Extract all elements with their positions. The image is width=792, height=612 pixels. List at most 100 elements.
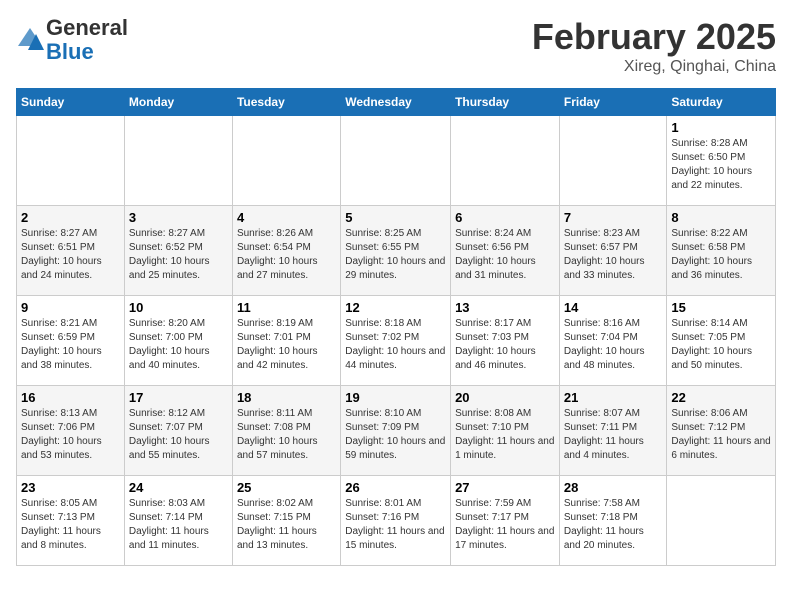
day-info: Sunrise: 8:19 AM Sunset: 7:01 PM Dayligh… bbox=[237, 317, 336, 373]
day-info: Sunrise: 8:28 AM Sunset: 6:50 PM Dayligh… bbox=[671, 137, 771, 193]
day-info: Sunrise: 8:08 AM Sunset: 7:10 PM Dayligh… bbox=[455, 407, 555, 463]
day-number: 6 bbox=[455, 210, 555, 225]
calendar-week-3: 9 Sunrise: 8:21 AM Sunset: 6:59 PM Daylig… bbox=[17, 296, 776, 386]
day-info: Sunrise: 8:23 AM Sunset: 6:57 PM Dayligh… bbox=[564, 227, 663, 283]
calendar-cell bbox=[451, 116, 560, 206]
day-number: 17 bbox=[129, 390, 228, 405]
location-subtitle: Xireg, Qinghai, China bbox=[532, 58, 776, 76]
calendar-cell: 21Sunrise: 8:07 AM Sunset: 7:11 PM Dayli… bbox=[559, 386, 667, 476]
day-number: 10 bbox=[129, 300, 228, 315]
logo-blue-text: Blue bbox=[46, 39, 94, 64]
day-info: Sunrise: 8:01 AM Sunset: 7:16 PM Dayligh… bbox=[345, 497, 446, 553]
day-number: 9 bbox=[21, 300, 120, 315]
day-number: 2 bbox=[21, 210, 120, 225]
weekday-header-sunday: Sunday bbox=[17, 89, 125, 116]
page-header: General Blue February 2025 Xireg, Qingha… bbox=[16, 16, 776, 76]
day-info: Sunrise: 8:12 AM Sunset: 7:07 PM Dayligh… bbox=[129, 407, 228, 463]
day-info: Sunrise: 8:14 AM Sunset: 7:05 PM Dayligh… bbox=[671, 317, 771, 373]
day-number: 1 bbox=[671, 120, 771, 135]
day-info: Sunrise: 8:16 AM Sunset: 7:04 PM Dayligh… bbox=[564, 317, 663, 373]
day-number: 16 bbox=[21, 390, 120, 405]
calendar-cell bbox=[17, 116, 125, 206]
calendar-cell: 19Sunrise: 8:10 AM Sunset: 7:09 PM Dayli… bbox=[341, 386, 451, 476]
day-number: 22 bbox=[671, 390, 771, 405]
calendar-cell: 17 Sunrise: 8:12 AM Sunset: 7:07 PM Dayli… bbox=[124, 386, 232, 476]
day-number: 18 bbox=[237, 390, 336, 405]
calendar-table: SundayMondayTuesdayWednesdayThursdayFrid… bbox=[16, 88, 776, 566]
calendar-cell: 20 Sunrise: 8:08 AM Sunset: 7:10 PM Dayli… bbox=[451, 386, 560, 476]
weekday-header-saturday: Saturday bbox=[667, 89, 776, 116]
calendar-cell: 28 Sunrise: 7:58 AM Sunset: 7:18 PM Dayli… bbox=[559, 476, 667, 566]
day-info: Sunrise: 8:11 AM Sunset: 7:08 PM Dayligh… bbox=[237, 407, 336, 463]
day-number: 7 bbox=[564, 210, 663, 225]
day-info: Sunrise: 8:20 AM Sunset: 7:00 PM Dayligh… bbox=[129, 317, 228, 373]
day-info: Sunrise: 8:27 AM Sunset: 6:51 PM Dayligh… bbox=[21, 227, 120, 283]
calendar-week-1: 1 Sunrise: 8:28 AM Sunset: 6:50 PM Daylig… bbox=[17, 116, 776, 206]
weekday-header-monday: Monday bbox=[124, 89, 232, 116]
calendar-week-2: 2 Sunrise: 8:27 AM Sunset: 6:51 PM Daylig… bbox=[17, 206, 776, 296]
day-info: Sunrise: 8:10 AM Sunset: 7:09 PM Dayligh… bbox=[345, 407, 446, 463]
day-number: 25 bbox=[237, 480, 336, 495]
day-number: 23 bbox=[21, 480, 120, 495]
weekday-header-friday: Friday bbox=[559, 89, 667, 116]
day-info: Sunrise: 8:05 AM Sunset: 7:13 PM Dayligh… bbox=[21, 497, 120, 553]
logo-general-text: General bbox=[46, 15, 128, 40]
day-info: Sunrise: 8:22 AM Sunset: 6:58 PM Dayligh… bbox=[671, 227, 771, 283]
calendar-cell: 15 Sunrise: 8:14 AM Sunset: 7:05 PM Dayli… bbox=[667, 296, 776, 386]
month-title: February 2025 bbox=[532, 16, 776, 58]
day-number: 15 bbox=[671, 300, 771, 315]
calendar-cell bbox=[124, 116, 232, 206]
day-number: 27 bbox=[455, 480, 555, 495]
weekday-header-wednesday: Wednesday bbox=[341, 89, 451, 116]
day-number: 5 bbox=[345, 210, 446, 225]
calendar-cell: 25 Sunrise: 8:02 AM Sunset: 7:15 PM Dayli… bbox=[232, 476, 340, 566]
calendar-cell: 8 Sunrise: 8:22 AM Sunset: 6:58 PM Daylig… bbox=[667, 206, 776, 296]
day-info: Sunrise: 8:24 AM Sunset: 6:56 PM Dayligh… bbox=[455, 227, 555, 283]
day-number: 3 bbox=[129, 210, 228, 225]
calendar-cell: 12 Sunrise: 8:18 AM Sunset: 7:02 PM Dayli… bbox=[341, 296, 451, 386]
calendar-week-5: 23 Sunrise: 8:05 AM Sunset: 7:13 PM Dayli… bbox=[17, 476, 776, 566]
calendar-cell: 13Sunrise: 8:17 AM Sunset: 7:03 PM Dayli… bbox=[451, 296, 560, 386]
logo: General Blue bbox=[16, 16, 128, 64]
calendar-cell bbox=[232, 116, 340, 206]
calendar-cell: 4Sunrise: 8:26 AM Sunset: 6:54 PM Daylig… bbox=[232, 206, 340, 296]
calendar-cell: 27 Sunrise: 7:59 AM Sunset: 7:17 PM Dayli… bbox=[451, 476, 560, 566]
day-info: Sunrise: 8:02 AM Sunset: 7:15 PM Dayligh… bbox=[237, 497, 336, 553]
day-number: 14 bbox=[564, 300, 663, 315]
calendar-cell: 22 Sunrise: 8:06 AM Sunset: 7:12 PM Dayli… bbox=[667, 386, 776, 476]
calendar-cell: 1 Sunrise: 8:28 AM Sunset: 6:50 PM Daylig… bbox=[667, 116, 776, 206]
day-number: 12 bbox=[345, 300, 446, 315]
calendar-cell: 14 Sunrise: 8:16 AM Sunset: 7:04 PM Dayli… bbox=[559, 296, 667, 386]
day-number: 8 bbox=[671, 210, 771, 225]
calendar-cell bbox=[559, 116, 667, 206]
weekday-header-tuesday: Tuesday bbox=[232, 89, 340, 116]
calendar-cell: 6 Sunrise: 8:24 AM Sunset: 6:56 PM Daylig… bbox=[451, 206, 560, 296]
day-number: 11 bbox=[237, 300, 336, 315]
day-info: Sunrise: 8:26 AM Sunset: 6:54 PM Dayligh… bbox=[237, 227, 336, 283]
title-block: February 2025 Xireg, Qinghai, China bbox=[532, 16, 776, 76]
calendar-header-row: SundayMondayTuesdayWednesdayThursdayFrid… bbox=[17, 89, 776, 116]
day-number: 24 bbox=[129, 480, 228, 495]
day-info: Sunrise: 8:06 AM Sunset: 7:12 PM Dayligh… bbox=[671, 407, 771, 463]
calendar-cell: 18 Sunrise: 8:11 AM Sunset: 7:08 PM Dayli… bbox=[232, 386, 340, 476]
day-info: Sunrise: 8:13 AM Sunset: 7:06 PM Dayligh… bbox=[21, 407, 120, 463]
logo-icon bbox=[16, 26, 44, 54]
calendar-cell: 10 Sunrise: 8:20 AM Sunset: 7:00 PM Dayli… bbox=[124, 296, 232, 386]
day-info: Sunrise: 8:21 AM Sunset: 6:59 PM Dayligh… bbox=[21, 317, 120, 373]
day-number: 26 bbox=[345, 480, 446, 495]
day-info: Sunrise: 8:07 AM Sunset: 7:11 PM Dayligh… bbox=[564, 407, 663, 463]
day-info: Sunrise: 7:59 AM Sunset: 7:17 PM Dayligh… bbox=[455, 497, 555, 553]
day-number: 28 bbox=[564, 480, 663, 495]
day-number: 20 bbox=[455, 390, 555, 405]
calendar-cell: 24 Sunrise: 8:03 AM Sunset: 7:14 PM Dayli… bbox=[124, 476, 232, 566]
calendar-cell: 2 Sunrise: 8:27 AM Sunset: 6:51 PM Daylig… bbox=[17, 206, 125, 296]
weekday-header-thursday: Thursday bbox=[451, 89, 560, 116]
calendar-cell: 11 Sunrise: 8:19 AM Sunset: 7:01 PM Dayli… bbox=[232, 296, 340, 386]
calendar-week-4: 16 Sunrise: 8:13 AM Sunset: 7:06 PM Dayli… bbox=[17, 386, 776, 476]
day-info: Sunrise: 7:58 AM Sunset: 7:18 PM Dayligh… bbox=[564, 497, 663, 553]
day-info: Sunrise: 8:03 AM Sunset: 7:14 PM Dayligh… bbox=[129, 497, 228, 553]
calendar-cell: 23 Sunrise: 8:05 AM Sunset: 7:13 PM Dayli… bbox=[17, 476, 125, 566]
calendar-cell: 5Sunrise: 8:25 AM Sunset: 6:55 PM Daylig… bbox=[341, 206, 451, 296]
day-info: Sunrise: 8:17 AM Sunset: 7:03 PM Dayligh… bbox=[455, 317, 555, 373]
day-info: Sunrise: 8:18 AM Sunset: 7:02 PM Dayligh… bbox=[345, 317, 446, 373]
